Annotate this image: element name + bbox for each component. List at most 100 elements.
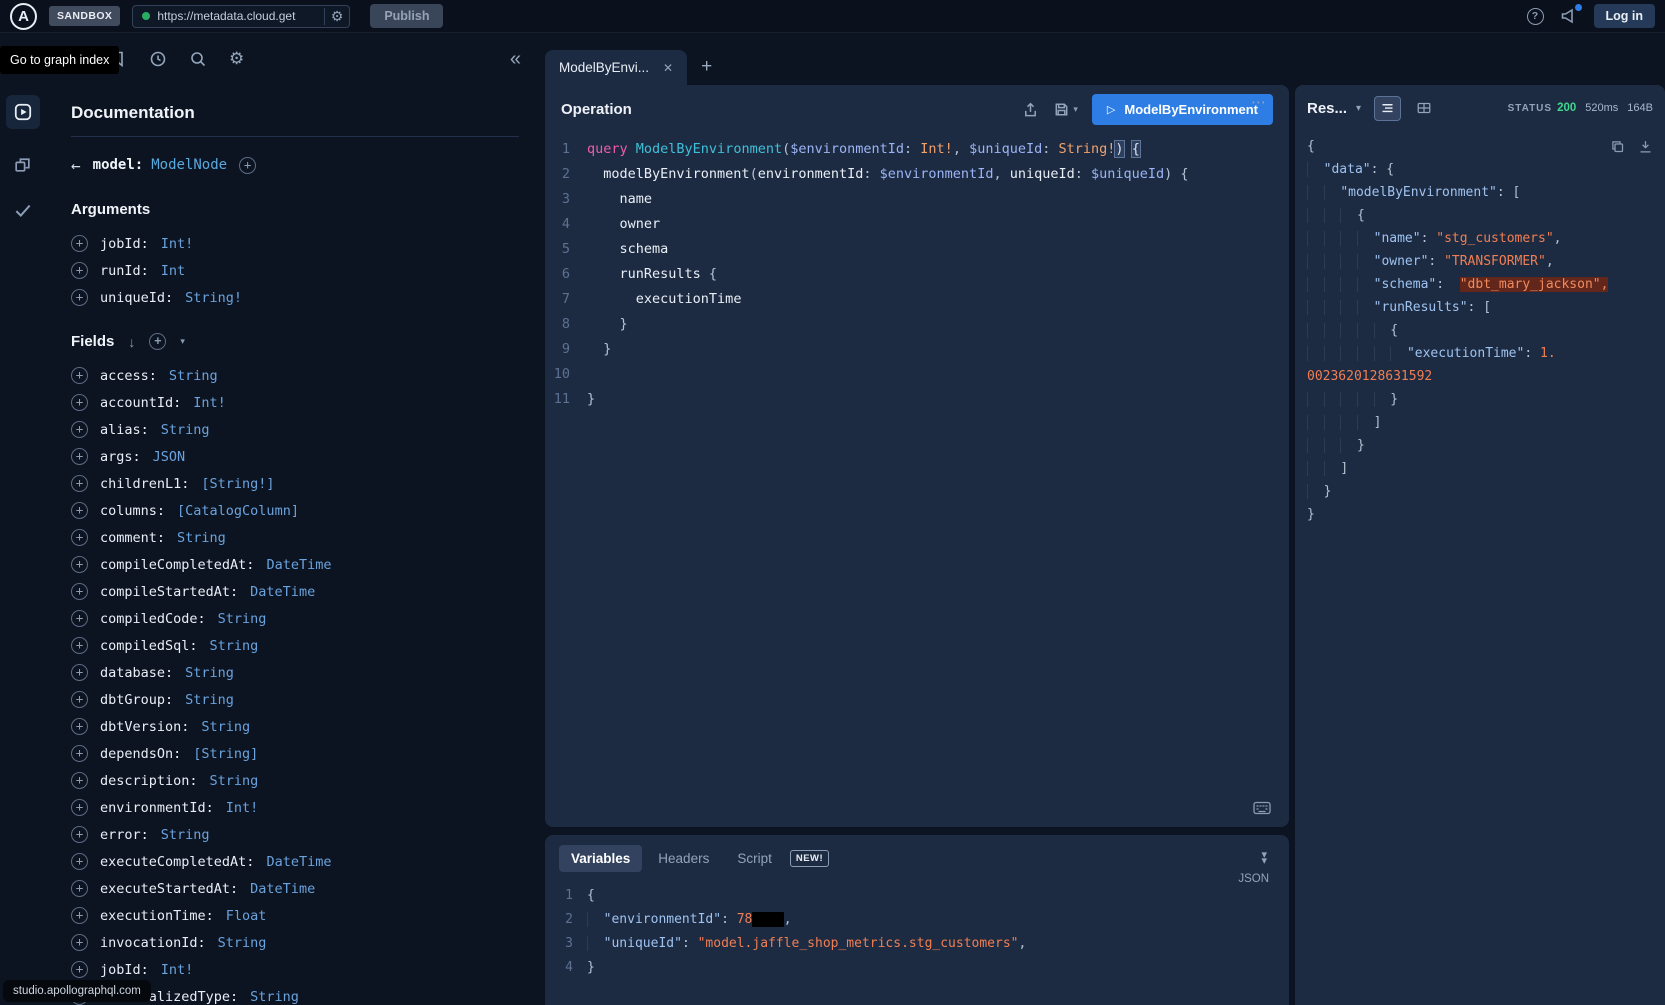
field-type[interactable]: String bbox=[218, 935, 267, 951]
add-field-to-query-icon[interactable]: + bbox=[71, 907, 88, 924]
share-icon[interactable] bbox=[1022, 101, 1039, 118]
collapse-panel-icon[interactable]: ▾▾ bbox=[1261, 852, 1267, 864]
endpoint-url-input[interactable]: https://metadata.cloud.get ⚙ bbox=[132, 5, 350, 28]
field-type[interactable]: JSON bbox=[153, 449, 186, 465]
add-field-to-query-icon[interactable]: + bbox=[71, 745, 88, 762]
breadcrumb-type[interactable]: ModelNode bbox=[151, 157, 227, 173]
login-button[interactable]: Log in bbox=[1594, 4, 1656, 28]
field-name[interactable]: compileStartedAt: bbox=[100, 584, 238, 600]
field-name[interactable]: executeCompletedAt: bbox=[100, 854, 254, 870]
field-type[interactable]: String bbox=[185, 665, 234, 681]
add-all-fields-icon[interactable]: + bbox=[149, 333, 166, 350]
add-field-to-query-icon[interactable]: + bbox=[71, 961, 88, 978]
add-field-to-query-icon[interactable]: + bbox=[71, 529, 88, 546]
download-response-icon[interactable] bbox=[1638, 139, 1653, 154]
add-field-to-query-icon[interactable]: + bbox=[71, 610, 88, 627]
add-field-to-query-icon[interactable]: + bbox=[71, 367, 88, 384]
field-name[interactable]: childrenL1: bbox=[100, 476, 189, 492]
field-name[interactable]: dbtVersion: bbox=[100, 719, 189, 735]
add-field-to-query-icon[interactable]: + bbox=[71, 880, 88, 897]
more-options-icon[interactable]: ⋯ bbox=[1251, 93, 1267, 111]
add-field-to-query-icon[interactable]: + bbox=[71, 502, 88, 519]
add-field-to-query-icon[interactable]: + bbox=[71, 556, 88, 573]
response-dropdown-icon[interactable]: ▾ bbox=[1356, 103, 1361, 114]
field-name[interactable]: description: bbox=[100, 773, 198, 789]
field-name[interactable]: alias: bbox=[100, 422, 149, 438]
field-type[interactable]: Int! bbox=[193, 395, 226, 411]
variables-editor[interactable]: 1{2 "environmentId": 78####,3 "uniqueId"… bbox=[559, 884, 1275, 980]
field-name[interactable]: compileCompletedAt: bbox=[100, 557, 254, 573]
search-icon[interactable] bbox=[189, 50, 207, 68]
field-name[interactable]: environmentId: bbox=[100, 800, 214, 816]
add-field-to-query-icon[interactable]: + bbox=[71, 637, 88, 654]
formatted-view-button[interactable] bbox=[1374, 96, 1401, 121]
add-field-to-query-icon[interactable]: + bbox=[71, 475, 88, 492]
back-icon[interactable]: ← bbox=[71, 156, 81, 175]
field-type[interactable]: Int! bbox=[226, 800, 259, 816]
field-name[interactable]: dbtGroup: bbox=[100, 692, 173, 708]
add-field-to-query-icon[interactable]: + bbox=[71, 853, 88, 870]
settings-gear-icon[interactable]: ⚙ bbox=[229, 49, 244, 69]
announcements-icon[interactable] bbox=[1560, 7, 1578, 25]
field-name[interactable]: compiledSql: bbox=[100, 638, 198, 654]
collapse-sidebar-icon[interactable]: « bbox=[510, 48, 521, 71]
field-name[interactable]: jobId: bbox=[100, 236, 149, 252]
field-type[interactable]: String bbox=[250, 989, 299, 1005]
field-type[interactable]: Int! bbox=[161, 962, 194, 978]
add-tab-icon[interactable]: + bbox=[701, 56, 712, 78]
add-field-to-query-icon[interactable]: + bbox=[71, 691, 88, 708]
connection-settings-gear-icon[interactable]: ⚙ bbox=[324, 8, 344, 25]
run-operation-button[interactable]: ▷ ModelByEnvironment bbox=[1092, 94, 1273, 125]
save-chevron-icon[interactable]: ▾ bbox=[1073, 104, 1078, 115]
add-field-to-query-icon[interactable]: + bbox=[71, 235, 88, 252]
add-field-to-query-icon[interactable]: + bbox=[71, 934, 88, 951]
field-name[interactable]: compiledCode: bbox=[100, 611, 206, 627]
add-field-to-query-icon[interactable]: + bbox=[71, 394, 88, 411]
checks-nav-icon[interactable] bbox=[13, 200, 33, 220]
field-type[interactable]: String bbox=[161, 422, 210, 438]
field-name[interactable]: comment: bbox=[100, 530, 165, 546]
history-icon[interactable] bbox=[149, 50, 167, 68]
query-editor[interactable]: 1query ModelByEnvironment($environmentId… bbox=[545, 133, 1289, 827]
add-field-to-query-icon[interactable]: + bbox=[71, 772, 88, 789]
add-field-to-query-icon[interactable]: + bbox=[71, 664, 88, 681]
collections-nav-icon[interactable] bbox=[13, 155, 32, 174]
sort-fields-icon[interactable]: ↓ bbox=[128, 334, 135, 350]
field-type[interactable]: DateTime bbox=[250, 584, 315, 600]
field-type[interactable]: Float bbox=[226, 908, 267, 924]
table-view-button[interactable] bbox=[1410, 96, 1437, 121]
field-type[interactable]: String bbox=[161, 827, 210, 843]
field-name[interactable]: jobId: bbox=[100, 962, 149, 978]
field-type[interactable]: Int bbox=[161, 263, 185, 279]
field-name[interactable]: invocationId: bbox=[100, 935, 206, 951]
field-name[interactable]: runId: bbox=[100, 263, 149, 279]
field-type[interactable]: String bbox=[210, 773, 259, 789]
add-field-to-query-icon[interactable]: + bbox=[71, 262, 88, 279]
help-icon[interactable]: ? bbox=[1527, 8, 1544, 25]
add-field-to-query-icon[interactable]: + bbox=[71, 448, 88, 465]
add-type-icon[interactable]: + bbox=[239, 157, 256, 174]
field-type[interactable]: String! bbox=[185, 290, 242, 306]
tab-script[interactable]: Script bbox=[725, 845, 784, 872]
field-type[interactable]: String bbox=[201, 719, 250, 735]
field-name[interactable]: error: bbox=[100, 827, 149, 843]
field-type[interactable]: [CatalogColumn] bbox=[177, 503, 299, 519]
field-type[interactable]: String bbox=[210, 638, 259, 654]
field-type[interactable]: DateTime bbox=[250, 881, 315, 897]
operation-tab[interactable]: ModelByEnvi... ✕ bbox=[545, 50, 687, 85]
field-type[interactable]: [String] bbox=[193, 746, 258, 762]
field-type[interactable]: String bbox=[177, 530, 226, 546]
close-tab-icon[interactable]: ✕ bbox=[663, 61, 673, 75]
field-name[interactable]: access: bbox=[100, 368, 157, 384]
field-type[interactable]: DateTime bbox=[266, 854, 331, 870]
field-name[interactable]: columns: bbox=[100, 503, 165, 519]
field-type[interactable]: String bbox=[169, 368, 218, 384]
tab-headers[interactable]: Headers bbox=[646, 845, 721, 872]
field-name[interactable]: executionTime: bbox=[100, 908, 214, 924]
explorer-nav-icon[interactable] bbox=[6, 95, 40, 129]
tab-variables[interactable]: Variables bbox=[559, 845, 642, 872]
chevron-down-icon[interactable]: ▾ bbox=[180, 336, 185, 347]
field-type[interactable]: String bbox=[185, 692, 234, 708]
field-name[interactable]: uniqueId: bbox=[100, 290, 173, 306]
add-field-to-query-icon[interactable]: + bbox=[71, 826, 88, 843]
